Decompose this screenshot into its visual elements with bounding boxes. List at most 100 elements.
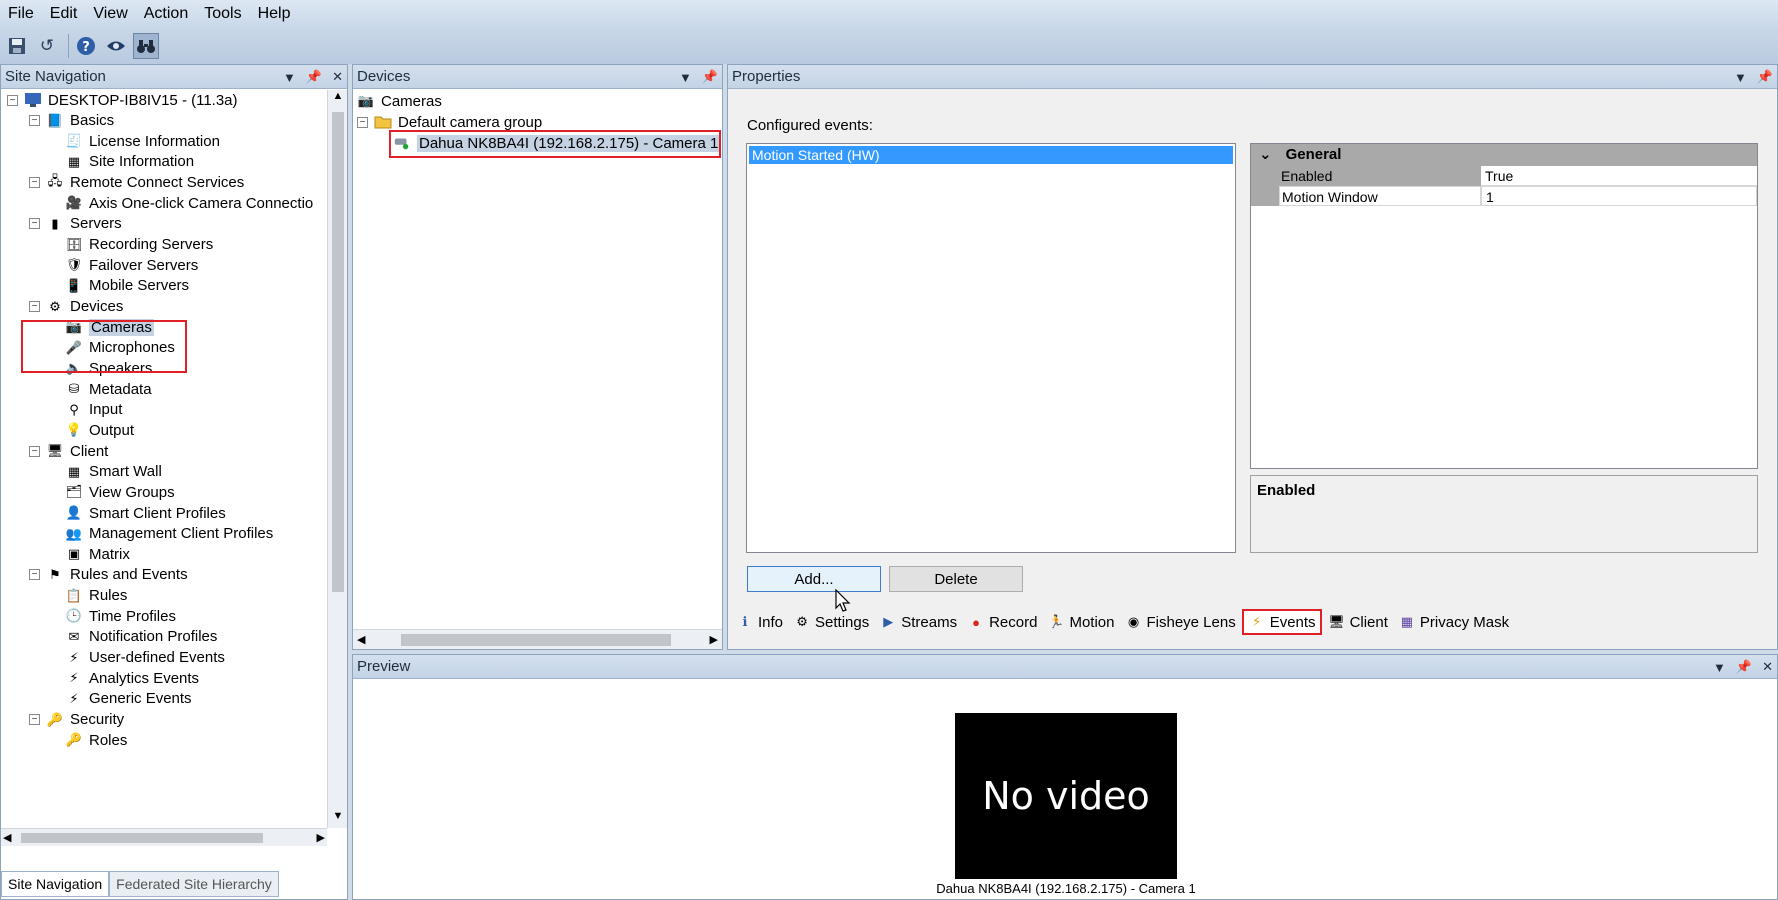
delete-button[interactable]: Delete [889, 566, 1023, 592]
tab-federated-site-hierarchy[interactable]: Federated Site Hierarchy [109, 871, 279, 897]
sidebar-item-site-information[interactable]: ▦ Site Information [65, 152, 194, 172]
sidebar-item-mobile-servers[interactable]: 📱 Mobile Servers [65, 276, 189, 296]
hscroll-thumb[interactable] [401, 634, 671, 646]
collapse-icon[interactable]: − [29, 569, 40, 581]
default-camera-group[interactable]: − Default camera group [357, 112, 542, 132]
sidebar-item-failover-servers[interactable]: 🛡 Failover Servers [65, 255, 198, 275]
scroll-right-icon[interactable]: ▶ [710, 630, 718, 650]
help-icon[interactable]: ? [73, 33, 99, 59]
collapse-icon[interactable]: − [29, 177, 40, 189]
tab-record[interactable]: ● Record [963, 609, 1041, 635]
collapse-icon[interactable]: − [29, 301, 40, 312]
scroll-up-icon[interactable]: ▲ [328, 90, 348, 108]
sidebar-item-matrix[interactable]: ▣ Matrix [65, 544, 130, 564]
menu-file[interactable]: File [0, 5, 42, 23]
sidebar-item-recording-servers[interactable]: 🗄 Recording Servers [65, 235, 213, 255]
sidebar-item-client[interactable]: − 🖥 Client [29, 441, 108, 461]
tab-events[interactable]: ⚡ Events [1241, 609, 1322, 635]
sidebar-item-smart-client-profiles[interactable]: 👤 Smart Client Profiles [65, 503, 226, 523]
sidebar-item-roles[interactable]: 🔑 Roles [65, 730, 127, 750]
event-item-motion-started[interactable]: Motion Started (HW) [749, 146, 1233, 164]
sidebar-item-analytics-events[interactable]: ⚡ Analytics Events [65, 668, 199, 688]
collapse-icon[interactable]: − [29, 218, 40, 230]
sidebar-item-notification-profiles[interactable]: ✉ Notification Profiles [65, 627, 218, 647]
sidebar-item-speakers[interactable]: 🔈 Speakers [65, 358, 152, 378]
pin-icon[interactable]: 📌 [1757, 69, 1773, 85]
collapse-icon[interactable]: − [29, 115, 40, 127]
sidebar-item-license-information[interactable]: 🧾 License Information [65, 131, 220, 151]
close-icon[interactable]: ✕ [1762, 659, 1773, 675]
sidebar-item-rules-and-events[interactable]: − ⚑ Rules and Events [29, 565, 188, 585]
add-button[interactable]: Add... [747, 566, 881, 592]
scroll-down-icon[interactable]: ▼ [328, 810, 348, 828]
sidebar-item-time-profiles[interactable]: 🕒 Time Profiles [65, 606, 176, 626]
grid-section-general[interactable]: ⌄ General [1251, 144, 1757, 166]
sidebar-item-input[interactable]: ⚲ Input [65, 400, 122, 420]
devices-root-cameras[interactable]: 📷 Cameras [357, 91, 442, 111]
menu-view[interactable]: View [85, 5, 135, 23]
grid-row-value[interactable]: True [1481, 166, 1757, 186]
dropdown-arrow-icon[interactable]: ▼ [1713, 660, 1726, 675]
sidebar-item-microphones[interactable]: 🎤 Microphones [65, 338, 175, 358]
collapse-icon[interactable]: − [29, 445, 40, 457]
tab-site-navigation[interactable]: Site Navigation [1, 871, 110, 897]
scroll-left-icon[interactable]: ◀ [357, 630, 365, 650]
chevron-down-icon[interactable]: ⌄ [1259, 146, 1272, 163]
preview-caption: Dahua NK8BA4I (192.168.2.175) - Camera 1 [936, 881, 1196, 896]
devices-hscrollbar[interactable]: ◀ ▶ [353, 629, 722, 649]
camera-item[interactable]: Dahua NK8BA4I (192.168.2.175) - Camera 1 [393, 133, 721, 153]
sidebar-item-user-defined-events[interactable]: ⚡ User-defined Events [65, 648, 224, 668]
collapse-icon[interactable]: − [7, 94, 18, 106]
scroll-right-icon[interactable]: ▶ [317, 829, 325, 847]
tab-privacy-mask[interactable]: ▦ Privacy Mask [1394, 609, 1513, 635]
sidebar-item-output[interactable]: 💡 Output [65, 420, 134, 440]
eye-icon[interactable] [103, 33, 129, 59]
site-navigation-hscrollbar[interactable]: ◀ ▶ [1, 828, 327, 846]
scroll-left-icon[interactable]: ◀ [3, 829, 11, 847]
menu-help[interactable]: Help [250, 5, 299, 23]
dropdown-arrow-icon[interactable]: ▼ [1734, 70, 1747, 85]
sidebar-item-rules[interactable]: 📋 Rules [65, 586, 127, 606]
tab-info[interactable]: ℹ Info [732, 609, 787, 635]
site-navigation-vscrollbar[interactable]: ▲ ▼ [327, 90, 347, 828]
sidebar-item-management-client-profiles[interactable]: 👥 Management Client Profiles [65, 524, 273, 544]
menu-tools[interactable]: Tools [196, 5, 249, 23]
binoculars-icon[interactable] [133, 33, 159, 59]
scroll-thumb[interactable] [332, 112, 344, 592]
sidebar-item-cameras[interactable]: 📷 Cameras [65, 317, 154, 337]
sidebar-item-smart-wall[interactable]: ▦ Smart Wall [65, 462, 162, 482]
tab-motion[interactable]: 🏃 Motion [1043, 609, 1118, 635]
collapse-icon[interactable]: − [29, 714, 40, 725]
pin-icon[interactable]: 📌 [306, 69, 322, 85]
menu-action[interactable]: Action [136, 5, 196, 23]
dropdown-arrow-icon[interactable]: ▼ [679, 70, 692, 85]
pin-icon[interactable]: 📌 [1736, 659, 1752, 675]
pin-icon[interactable]: 📌 [702, 69, 718, 85]
dropdown-arrow-icon[interactable]: ▼ [283, 70, 296, 85]
tree-root[interactable]: − DESKTOP-IB8IV15 - (11.3a) [7, 90, 238, 110]
tab-fisheye-lens[interactable]: ◉ Fisheye Lens [1120, 609, 1239, 635]
sidebar-item-security[interactable]: − 🔑 Security [29, 710, 124, 730]
sidebar-item-metadata[interactable]: ⛁ Metadata [65, 379, 152, 399]
hscroll-thumb[interactable] [21, 833, 263, 843]
sidebar-item-devices[interactable]: − ⚙ Devices [29, 297, 123, 317]
tab-streams[interactable]: ▶ Streams [875, 609, 961, 635]
sidebar-item-remote-connect-services[interactable]: − 🖧 Remote Connect Services [29, 173, 244, 193]
tab-client[interactable]: 🖥 Client [1324, 609, 1392, 635]
sidebar-item-generic-events[interactable]: ⚡ Generic Events [65, 689, 191, 709]
sidebar-item-axis-one-click-camera-connectio[interactable]: 🎥 Axis One-click Camera Connectio [65, 193, 313, 213]
menu-edit[interactable]: Edit [42, 5, 86, 23]
video-preview[interactable]: No video [955, 713, 1177, 879]
collapse-icon[interactable]: − [357, 116, 368, 128]
sidebar-item-view-groups[interactable]: 🗂 View Groups [65, 482, 175, 502]
grid-row-value[interactable]: 1 [1481, 186, 1757, 206]
close-icon[interactable]: ✕ [332, 69, 343, 85]
sidebar-item-servers[interactable]: − ▮ Servers [29, 214, 122, 234]
configured-events-list[interactable]: Motion Started (HW) [746, 143, 1236, 553]
grid-row-motion-window[interactable]: Motion Window 1 [1251, 186, 1757, 206]
grid-row-enabled[interactable]: Enabled True [1251, 166, 1757, 186]
save-icon[interactable] [4, 33, 30, 59]
sidebar-item-basics[interactable]: − 📘 Basics [29, 111, 114, 131]
tab-settings[interactable]: ⚙ Settings [789, 609, 873, 635]
undo-icon[interactable]: ↺ [34, 33, 60, 59]
